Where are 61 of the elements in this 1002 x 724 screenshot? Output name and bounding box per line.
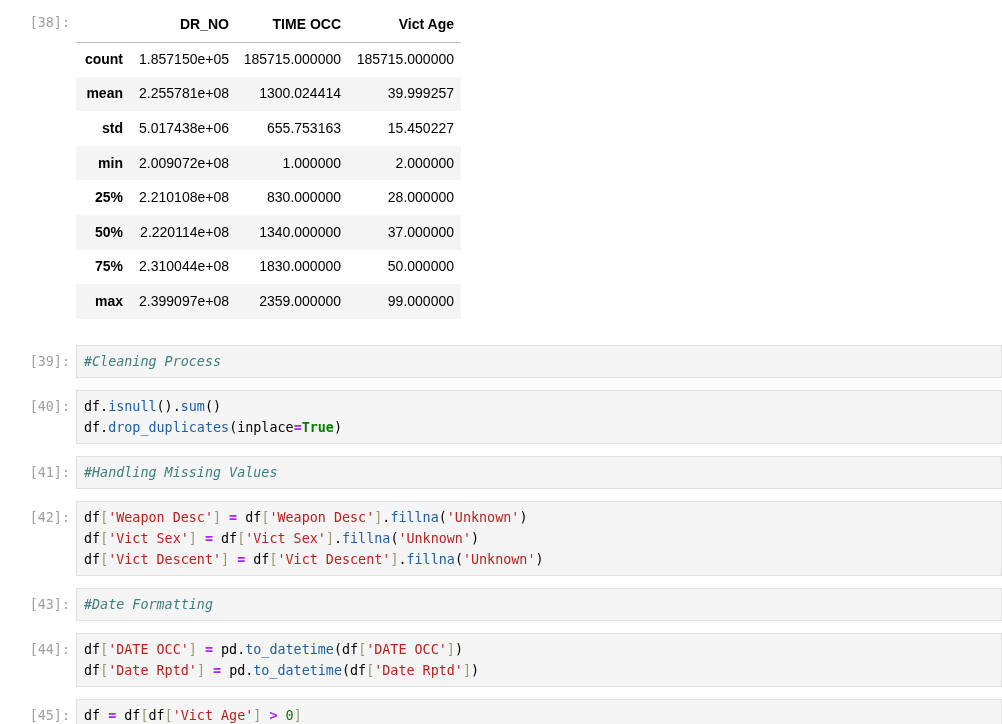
table-cell: 2.255781e+08 bbox=[130, 76, 236, 112]
table-cell: 39.999257 bbox=[348, 76, 461, 112]
column-header: TIME OCC bbox=[236, 8, 348, 42]
cell-prompt: [42]: bbox=[29, 508, 70, 527]
cell-prompt: [38]: bbox=[29, 14, 70, 32]
table-cell: 1300.024414 bbox=[236, 76, 348, 112]
table-cell: 1340.000000 bbox=[236, 214, 348, 250]
code-line: #Date Formatting bbox=[84, 595, 214, 614]
row-label: min bbox=[76, 145, 130, 181]
table-cell: 37.000000 bbox=[348, 214, 461, 250]
table-cell: 15.450227 bbox=[348, 111, 461, 146]
cell-prompt: [40]: bbox=[29, 397, 70, 416]
code-line: df.drop_duplicates(inplace=True) bbox=[84, 418, 343, 438]
code-cell[interactable]: #Cleaning Process bbox=[76, 344, 1002, 378]
code-line: #Handling Missing Values bbox=[84, 463, 279, 482]
code-line: df['Date Rptd'] = pd.to_datetime(df['Date Rptd']) bbox=[84, 661, 481, 681]
row-label: count bbox=[76, 42, 130, 77]
code-cell[interactable]: df.isnull().sum() df.drop_duplicates(inplace=True) bbox=[76, 389, 1002, 444]
row-label: mean bbox=[76, 76, 130, 112]
row-label: 50% bbox=[76, 214, 130, 250]
row-label: max bbox=[76, 284, 130, 319]
row-label: 25% bbox=[76, 180, 130, 215]
table-cell: 655.753163 bbox=[236, 111, 348, 146]
cell-prompt: [45]: bbox=[29, 706, 70, 724]
table-cell: 99.000000 bbox=[348, 284, 461, 319]
code-cell[interactable]: df['DATE OCC'] = pd.to_datetime(df['DATE OCC']) df['Date Rptd'] = pd.to_datetime(df['Date Rptd']) bbox=[76, 632, 1002, 687]
column-header: Vict Age bbox=[348, 8, 461, 42]
code-cell[interactable]: #Date Formatting bbox=[76, 587, 1002, 621]
column-header: DR_NO bbox=[130, 8, 236, 42]
code-line: #Cleaning Process bbox=[84, 352, 223, 371]
table-cell: 1830.000000 bbox=[236, 249, 348, 285]
table-cell: 5.017438e+06 bbox=[130, 111, 236, 146]
code-line: df['DATE OCC'] = pd.to_datetime(df['DATE OCC']) bbox=[84, 640, 464, 660]
code-line: df.isnull().sum() bbox=[84, 397, 223, 416]
table-cell: 1.000000 bbox=[236, 145, 348, 181]
cell-prompt: [39]: bbox=[29, 352, 70, 371]
table-cell: 2.000000 bbox=[348, 145, 461, 181]
table-cell: 185715.000000 bbox=[236, 42, 348, 77]
table-cell: 2.399097e+08 bbox=[130, 284, 236, 319]
cell-prompt: [43]: bbox=[29, 595, 70, 614]
code-line: df['Weapon Desc'] = df['Weapon Desc'].fillna('Unknown') bbox=[84, 508, 529, 527]
cell-prompt: [44]: bbox=[29, 640, 70, 659]
table-cell: 28.000000 bbox=[348, 180, 461, 215]
code-cell[interactable]: df = df[df['Vict Age'] > 0] bbox=[76, 698, 1002, 724]
cell-prompt: [41]: bbox=[29, 463, 70, 482]
row-label: 75% bbox=[76, 249, 130, 285]
table-cell: 1.857150e+05 bbox=[130, 42, 236, 77]
code-cell[interactable]: #Handling Missing Values bbox=[76, 455, 1002, 489]
table-cell: 2.220114e+08 bbox=[130, 214, 236, 250]
table-cell: 830.000000 bbox=[236, 180, 348, 215]
table-cell: 2.009072e+08 bbox=[130, 145, 236, 181]
code-cell[interactable]: df['Weapon Desc'] = df['Weapon Desc'].fillna('Unknown') df['Vict Sex'] = df['Vict Sex'].fillna('Unknown') df['Vict Descent'] = df['Vict Descent'].fillna('Unknown') bbox=[76, 500, 1002, 576]
table-cell: 185715.000000 bbox=[348, 42, 461, 77]
table-cell: 2.210108e+08 bbox=[130, 180, 236, 215]
code-line: df = df[df['Vict Age'] > 0] bbox=[84, 706, 303, 724]
table-cell: 2359.000000 bbox=[236, 284, 348, 319]
row-label: std bbox=[76, 111, 130, 146]
code-line: df['Vict Sex'] = df['Vict Sex'].fillna('Unknown') bbox=[84, 529, 481, 548]
table-cell: 50.000000 bbox=[348, 249, 461, 285]
code-line: df['Vict Descent'] = df['Vict Descent'].fillna('Unknown') bbox=[84, 550, 545, 569]
table-cell: 2.310044e+08 bbox=[130, 249, 236, 285]
